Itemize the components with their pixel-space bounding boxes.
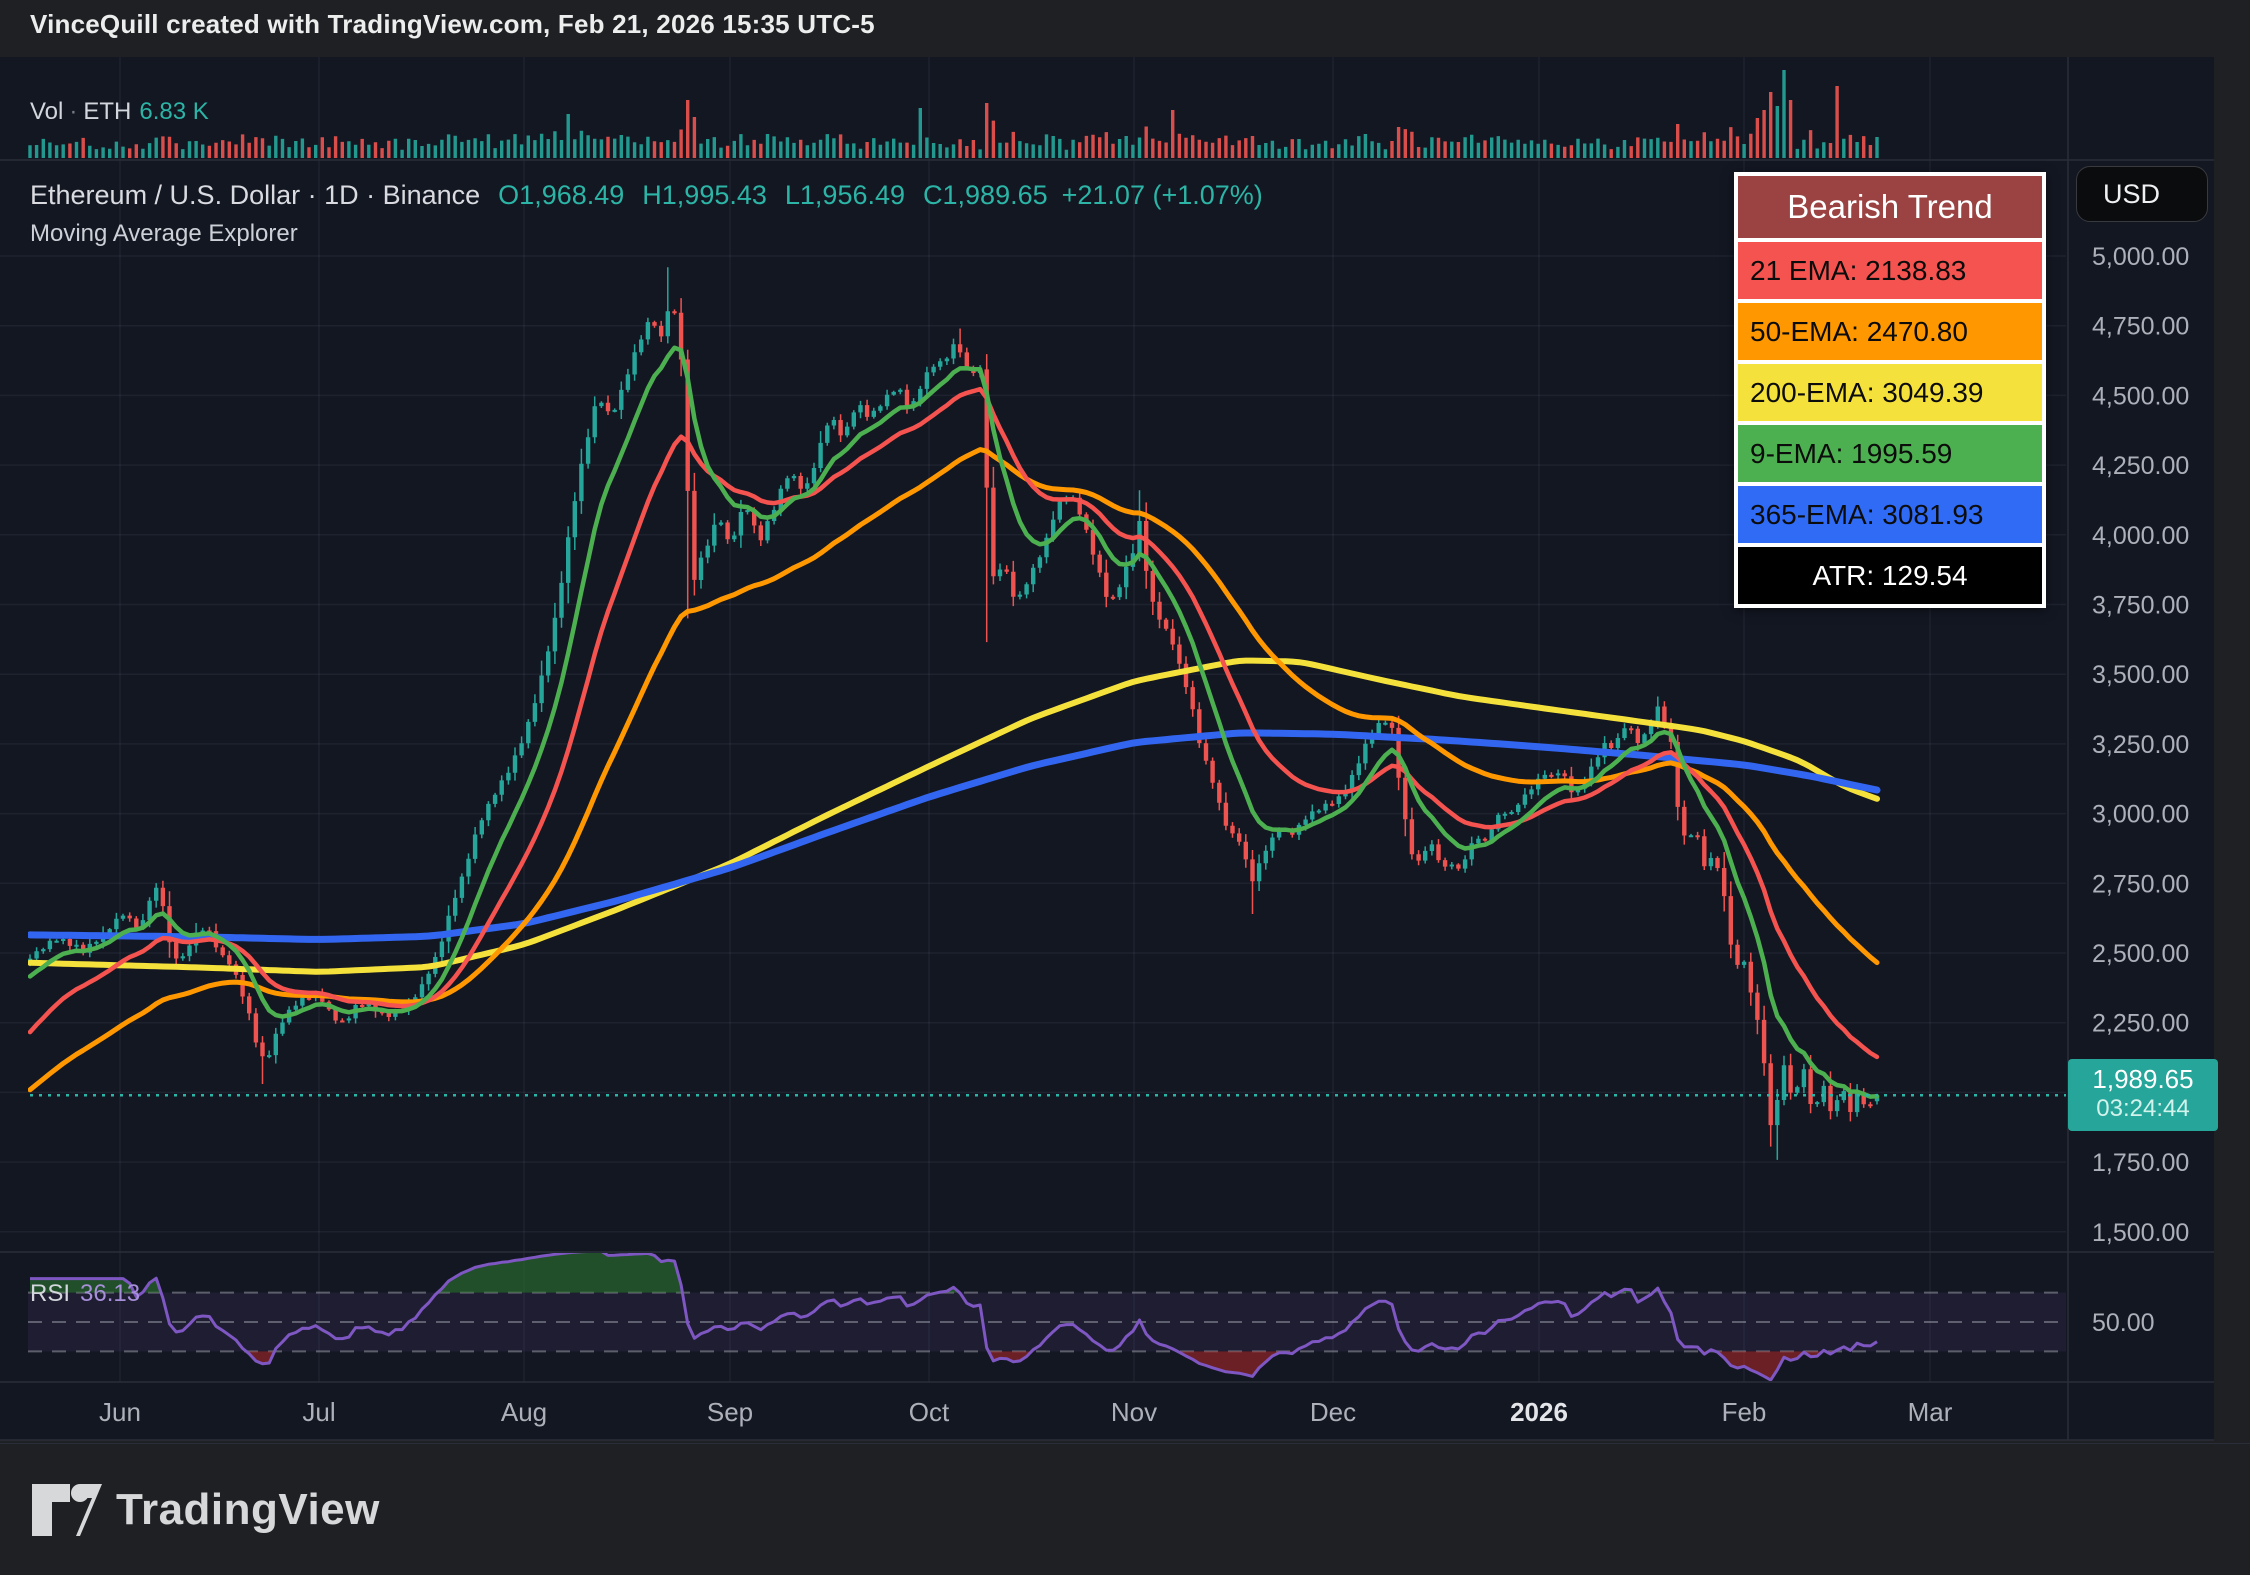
current-price-value: 1,989.65 xyxy=(2068,1059,2218,1094)
price-tick-label: 3,000.00 xyxy=(2092,801,2189,829)
legend-row-0: 21 EMA: 2138.83 xyxy=(1738,242,2042,299)
tradingview-logo-icon[interactable] xyxy=(30,1480,102,1540)
tradingview-wordmark[interactable]: TradingView xyxy=(116,1485,380,1535)
price-tick-label: 3,750.00 xyxy=(2092,592,2189,620)
legend-row-2: 200-EMA: 3049.39 xyxy=(1738,364,2042,421)
volume-symbol: ETH xyxy=(83,98,131,125)
rsi-value: 36.13 xyxy=(70,1280,140,1307)
price-change: +21.07 (+1.07%) xyxy=(1062,180,1263,210)
volume-label: Vol xyxy=(30,98,63,125)
time-axis-label: Jul xyxy=(302,1397,335,1427)
time-axis-label: Dec xyxy=(1310,1397,1356,1427)
price-tick-label: 2,500.00 xyxy=(2092,940,2189,968)
trend-status-badge: Bearish Trend xyxy=(1738,176,2042,238)
currency-toggle-button[interactable]: USD xyxy=(2076,166,2208,222)
volume-value: 6.83 K xyxy=(131,98,208,125)
tradingview-chart-window: VinceQuill created with TradingView.com,… xyxy=(0,0,2250,1575)
rsi-label: RSI xyxy=(30,1280,70,1307)
separator-dot: · xyxy=(63,98,83,125)
indicator-title[interactable]: Moving Average Explorer xyxy=(30,220,298,248)
legend-row-1: 50-EMA: 2470.80 xyxy=(1738,303,2042,360)
time-axis-label: Oct xyxy=(909,1397,950,1427)
price-tick-label: 1,750.00 xyxy=(2092,1149,2189,1177)
price-tick-label: 2,750.00 xyxy=(2092,870,2189,898)
time-axis-label: Feb xyxy=(1722,1397,1767,1427)
time-axis-label: Sep xyxy=(707,1397,753,1427)
price-tick-label: 4,250.00 xyxy=(2092,452,2189,480)
legend-row-4: 365-EMA: 3081.93 xyxy=(1738,486,2042,543)
legend-row-5: ATR: 129.54 xyxy=(1738,547,2042,604)
price-tick-label: 4,000.00 xyxy=(2092,522,2189,550)
trend-legend-panel: Bearish Trend 21 EMA: 2138.8350-EMA: 247… xyxy=(1734,172,2046,608)
ohlc-open: O1,968.49 xyxy=(498,180,624,210)
ohlc-low: L1,956.49 xyxy=(785,180,905,210)
price-tick-label: 2,250.00 xyxy=(2092,1010,2189,1038)
price-tick-label: 3,500.00 xyxy=(2092,661,2189,689)
time-axis-label: Nov xyxy=(1111,1397,1157,1427)
bar-countdown-timer: 03:24:44 xyxy=(2068,1094,2218,1124)
footer-bar: TradingView xyxy=(0,1443,2250,1575)
time-axis-label: Mar xyxy=(1908,1397,1953,1427)
ohlc-close: C1,989.65 xyxy=(923,180,1048,210)
price-tick-label: 3,250.00 xyxy=(2092,731,2189,759)
symbol-title-row: Ethereum / U.S. Dollar · 1D · Binance O1,… xyxy=(30,180,1263,211)
current-price-axis-label: 1,989.65 03:24:44 xyxy=(2068,1059,2218,1131)
time-axis-label: Aug xyxy=(501,1397,547,1427)
price-tick-label: 1,500.00 xyxy=(2092,1219,2189,1247)
price-tick-label: 4,750.00 xyxy=(2092,313,2189,341)
symbol-title[interactable]: Ethereum / U.S. Dollar · 1D · Binance xyxy=(30,180,480,210)
rsi-axis-label: 50.00 xyxy=(2092,1309,2155,1337)
legend-row-3: 9-EMA: 1995.59 xyxy=(1738,425,2042,482)
time-axis-label: Jun xyxy=(99,1397,141,1427)
rsi-legend: RSI36.13 xyxy=(30,1280,140,1308)
volume-legend: Vol·ETH6.83 K xyxy=(30,98,209,126)
price-tick-label: 4,500.00 xyxy=(2092,382,2189,410)
time-axis-label: 2026 xyxy=(1510,1397,1568,1427)
price-tick-label: 5,000.00 xyxy=(2092,243,2189,271)
ohlc-high: H1,995.43 xyxy=(642,180,767,210)
